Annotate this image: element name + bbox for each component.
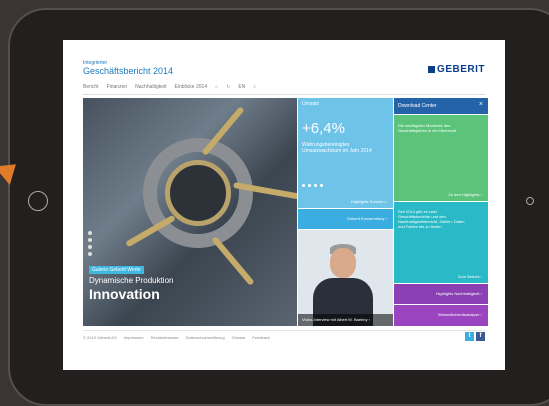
pagination-dot[interactable] — [88, 231, 92, 235]
konzernstory-tile[interactable]: Geberit Konzernstory › — [298, 209, 393, 229]
nav-item-bericht[interactable]: Bericht — [83, 84, 99, 90]
nachhaltigkeit-cta[interactable]: Highlights Nachhaltigkeit › — [436, 291, 482, 296]
wesentlichkeit-cta[interactable]: Wesentlichkeitsanalyse › — [438, 312, 482, 317]
pagination-dot[interactable] — [314, 184, 317, 187]
footer-link-feedback[interactable]: Feedback — [252, 335, 270, 340]
nav-item-nachhaltigkeit[interactable]: Nachhaltigkeit — [135, 84, 166, 90]
footer-link-glossar[interactable]: Glossar — [232, 335, 246, 340]
rod — [211, 236, 255, 286]
pagination-dot[interactable] — [88, 252, 92, 256]
pagination-dot[interactable] — [320, 184, 323, 187]
home-button[interactable] — [28, 191, 48, 211]
pagination-dot[interactable] — [302, 184, 305, 187]
machine-core — [165, 160, 231, 226]
konzernstory-cta[interactable]: Geberit Konzernstory › — [347, 216, 387, 221]
refresh-icon[interactable]: ↻ — [226, 84, 230, 90]
umsatz-label: Umsatz — [302, 101, 319, 107]
highlights-cta[interactable]: Zu den Highlights › — [448, 192, 482, 197]
screen: Integrierter Geschäftsbericht 2014 GEBER… — [63, 40, 505, 370]
hero-image[interactable]: Galerie Geberit Werte Dynamische Produkt… — [83, 98, 297, 326]
bericht-cta[interactable]: Zum Bericht › — [458, 274, 482, 279]
person-head — [330, 248, 356, 278]
nav-item-einblicke[interactable]: Einblicke 2014 — [175, 84, 208, 90]
umsatz-value: +6,4% — [302, 120, 345, 137]
home-icon[interactable]: ⌂ — [215, 84, 218, 90]
umsatz-pagination[interactable] — [302, 184, 323, 187]
footer-divider — [83, 330, 485, 331]
logo-square-icon — [428, 66, 436, 73]
wesentlichkeit-tile[interactable]: Wesentlichkeitsanalyse › — [394, 305, 488, 326]
close-icon[interactable]: × — [479, 101, 483, 108]
umsatz-tile[interactable]: Umsatz +6,4% Währungsbereinigtes Umsatzw… — [298, 98, 393, 208]
search-icon[interactable]: ⌕ — [253, 84, 256, 90]
highlights-tile[interactable]: Die wichtigsten Momente des Geschäftsjah… — [394, 115, 488, 201]
footer-link-rechtshinweise[interactable]: Rechtshinweise — [151, 335, 179, 340]
nav-item-finanzen[interactable]: Finanzen — [107, 84, 128, 90]
footer-link-datenschutz[interactable]: Datenschutzerklärung — [186, 335, 225, 340]
video-interview-tile[interactable]: Video-Interview mit Albert M. Baehny › — [298, 230, 393, 326]
hero-pagination[interactable] — [88, 231, 92, 256]
pagination-dot[interactable] — [88, 245, 92, 249]
video-caption[interactable]: Video-Interview mit Albert M. Baehny › — [298, 314, 393, 326]
umsatz-desc: Währungsbereinigtes Umsatzwachstum im Ja… — [302, 142, 372, 154]
geberit-logo[interactable]: GEBERIT — [428, 64, 485, 75]
bericht-text: Seit 2014 gibt es zwei Geschäftsberichte… — [398, 209, 465, 229]
nav-divider — [83, 94, 485, 95]
pagination-dot[interactable] — [308, 184, 311, 187]
hero-heading: Dynamische Produktion — [89, 276, 174, 285]
bericht-tile[interactable]: Seit 2014 gibt es zwei Geschäftsberichte… — [394, 202, 488, 283]
download-center-tile[interactable]: Download Center × — [394, 98, 488, 114]
hero-title: Innovation — [89, 286, 160, 302]
umsatz-cta[interactable]: Highlights Konzern › — [351, 199, 387, 204]
camera-icon — [526, 197, 534, 205]
footer: © 2015 Geberit AG Impressum Rechtshinwei… — [83, 335, 270, 340]
highlights-text: Die wichtigsten Momente des Geschäftsjah… — [398, 123, 457, 133]
footer-copyright: © 2015 Geberit AG — [83, 335, 117, 340]
twitter-icon[interactable]: t — [465, 332, 474, 341]
page-title[interactable]: Geschäftsbericht 2014 — [83, 66, 173, 76]
download-center-label: Download Center — [398, 103, 437, 109]
language-switch[interactable]: EN — [238, 84, 245, 90]
facebook-icon[interactable]: f — [476, 332, 485, 341]
main-nav: Bericht Finanzen Nachhaltigkeit Einblick… — [83, 84, 256, 90]
pagination-dot[interactable] — [88, 238, 92, 242]
nachhaltigkeit-tile[interactable]: Highlights Nachhaltigkeit › — [394, 284, 488, 304]
hero-tag[interactable]: Galerie Geberit Werte — [89, 266, 144, 274]
footer-link-impressum[interactable]: Impressum — [124, 335, 144, 340]
